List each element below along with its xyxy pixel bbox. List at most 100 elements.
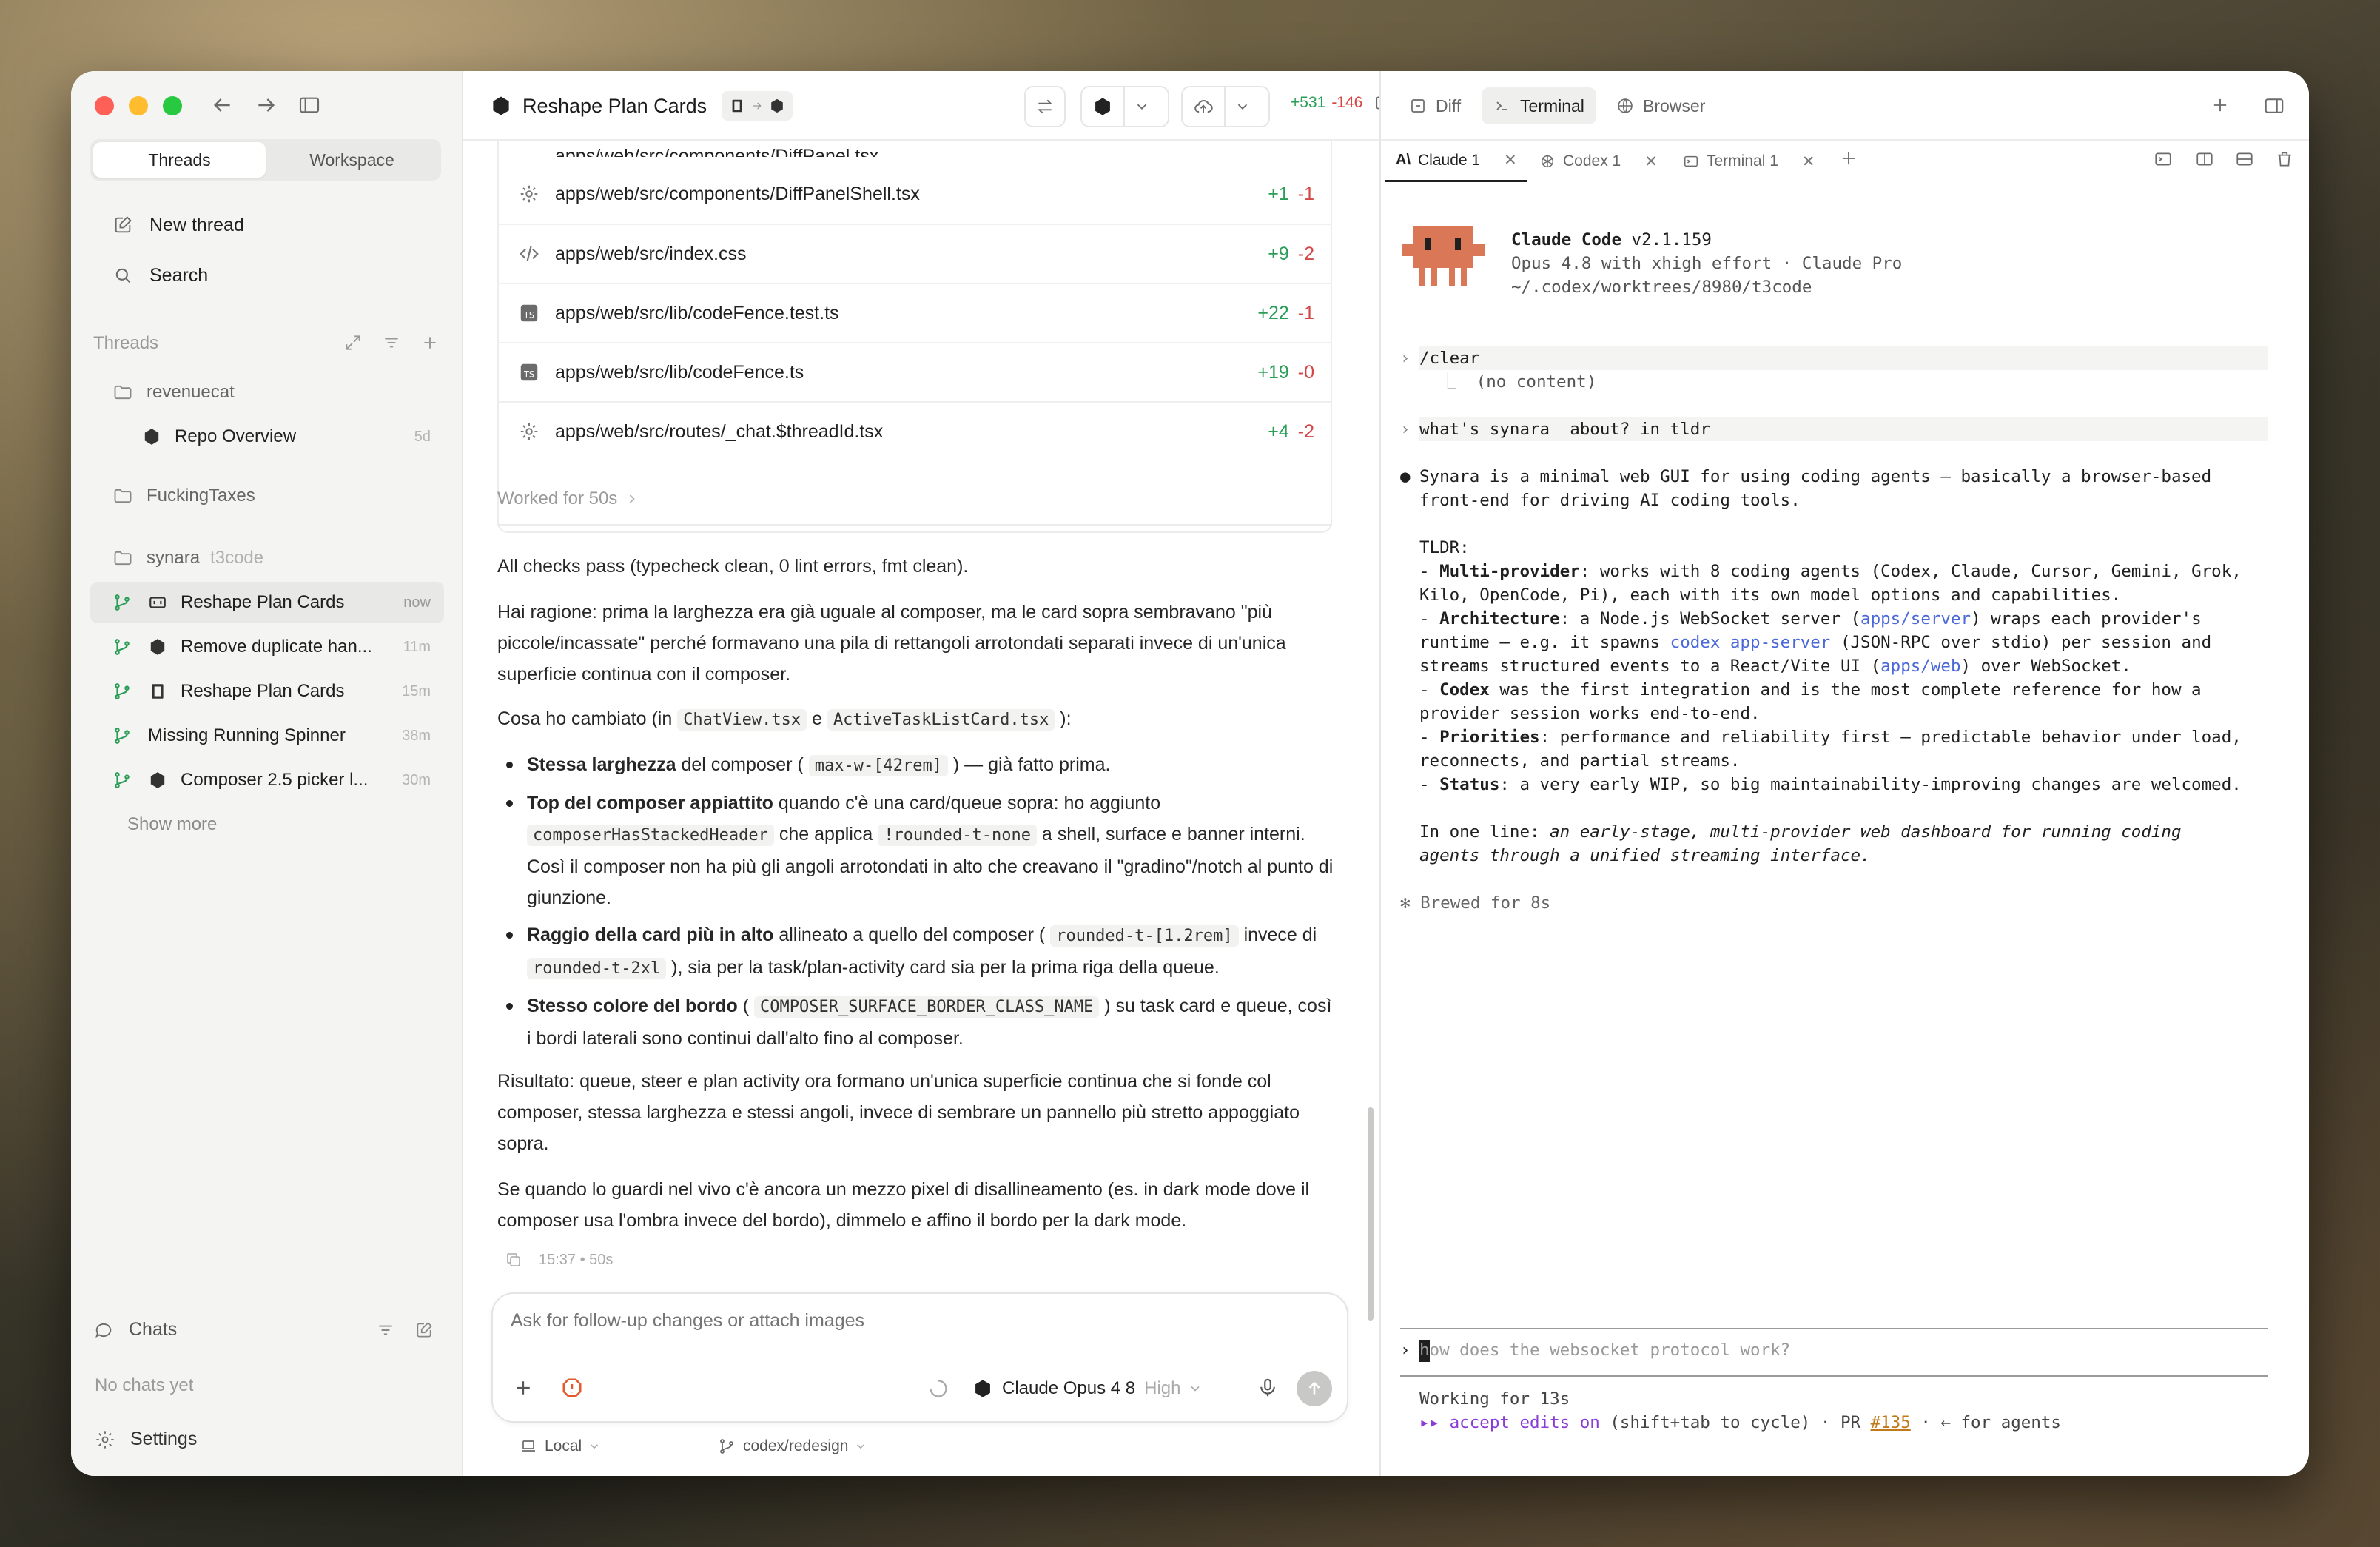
tab-terminal[interactable]: Terminal xyxy=(1482,87,1596,124)
tab-browser[interactable]: Browser xyxy=(1607,87,1714,124)
claude-header: Claude Code v2.1.159 xyxy=(1511,230,1712,249)
file-row[interactable]: TS apps/web/src/lib/codeFence.test.ts +2… xyxy=(497,283,1332,342)
filter-icon[interactable] xyxy=(382,333,401,352)
message-paragraph: Se quando lo guardi nel vivo c'è ancora … xyxy=(497,1179,1310,1231)
thread-item[interactable]: Repo Overview 5d xyxy=(90,416,444,457)
tab-label: Diff xyxy=(1436,95,1462,115)
project-synara[interactable]: synara t3code xyxy=(90,537,444,579)
tab-diff[interactable]: Diff xyxy=(1400,87,1470,124)
sync-button[interactable] xyxy=(1181,86,1270,127)
file-row[interactable]: apps/web/src/index.css +9 -2 xyxy=(497,224,1332,283)
project-fuckingtaxes[interactable]: FuckingTaxes xyxy=(90,475,444,517)
working-status: Working for 13s xyxy=(1419,1389,1570,1409)
thread-time: 15m xyxy=(402,682,431,699)
claude-mascot-icon xyxy=(1402,226,1485,286)
tab-label: Claude 1 xyxy=(1418,151,1481,169)
sidebar-toggle-icon[interactable] xyxy=(298,93,321,117)
chat-panel: Reshape Plan Cards +531 -146 apps/web/sr… xyxy=(463,71,1392,1476)
thread-title: Repo Overview xyxy=(175,426,297,446)
thread-time: 11m xyxy=(403,638,431,655)
search-button[interactable]: Search xyxy=(90,255,444,296)
filter-icon[interactable] xyxy=(376,1321,395,1340)
handoff-badge[interactable] xyxy=(722,91,793,121)
close-icon[interactable]: ✕ xyxy=(1644,152,1658,171)
thread-title: Reshape Plan Cards xyxy=(181,592,345,612)
close-window-button[interactable] xyxy=(95,96,114,115)
settings-button[interactable]: Settings xyxy=(95,1429,197,1450)
command-line: what's synara about? in tldr xyxy=(1419,420,1710,439)
git-branch-icon xyxy=(718,1437,736,1455)
split-vertical-icon[interactable] xyxy=(2195,150,2214,169)
command-output: ⎿ (no content) xyxy=(1419,372,1597,392)
trash-icon[interactable] xyxy=(2275,150,2294,169)
back-arrow-icon[interactable] xyxy=(210,93,234,117)
tab-workspace[interactable]: Workspace xyxy=(266,142,438,178)
model-picker[interactable]: Claude Opus 4 8 High xyxy=(972,1375,1203,1402)
worked-for-toggle[interactable]: Worked for 50s xyxy=(497,489,639,509)
thread-header: Reshape Plan Cards xyxy=(490,87,793,124)
chats-section-header[interactable]: Chats xyxy=(93,1319,177,1340)
microphone-icon[interactable] xyxy=(1257,1377,1279,1399)
project-name: revenuecat xyxy=(147,382,235,402)
show-more-link[interactable]: Show more xyxy=(127,814,217,835)
file-row[interactable]: TS apps/web/src/lib/codeFence.ts +19 -0 xyxy=(497,342,1332,401)
add-terminal-icon[interactable] xyxy=(1838,148,1859,169)
thread-item[interactable]: Composer 2.5 picker l... 30m xyxy=(90,759,444,801)
terminal-tab-codex[interactable]: Codex 1 ✕ xyxy=(1529,141,1668,182)
new-thread-button[interactable]: New thread xyxy=(90,204,444,246)
panel-toggle-icon[interactable] xyxy=(2263,95,2285,117)
terminal-input[interactable]: how does the websocket protocol work? xyxy=(1419,1338,2293,1362)
thread-title: Composer 2.5 picker l... xyxy=(181,770,369,790)
add-thread-icon[interactable] xyxy=(420,333,440,352)
new-chat-icon[interactable] xyxy=(414,1321,434,1340)
chevron-down-icon xyxy=(1134,98,1150,115)
close-icon[interactable]: ✕ xyxy=(1504,151,1517,170)
file-row[interactable]: apps/web/src/components/DiffPanelShell.t… xyxy=(497,164,1332,224)
thread-item[interactable]: Reshape Plan Cards 15m xyxy=(90,671,444,712)
add-tab-icon[interactable] xyxy=(2210,95,2231,115)
thread-item[interactable]: Missing Running Spinner 38m xyxy=(90,715,444,756)
scrollbar-thumb[interactable] xyxy=(1368,1107,1374,1321)
file-row[interactable]: apps/web/src/routes/_chat.$threadId.tsx … xyxy=(497,401,1332,460)
tab-label: Terminal xyxy=(1520,95,1584,115)
send-button[interactable] xyxy=(1297,1371,1332,1406)
new-thread-label: New thread xyxy=(149,214,244,235)
composer-input[interactable] xyxy=(511,1304,1325,1337)
env-selector[interactable]: Local xyxy=(520,1437,601,1455)
mode-status: ▸▸ accept edits on (shift+tab to cycle) … xyxy=(1419,1413,2061,1432)
terminal-icon xyxy=(1683,153,1699,170)
svg-text:TS: TS xyxy=(523,310,534,320)
plus-icon[interactable] xyxy=(512,1377,534,1399)
response-line: - Priorities: performance and reliabilit… xyxy=(1419,728,2242,771)
terminal-new-icon[interactable] xyxy=(2154,150,2173,169)
expand-icon[interactable] xyxy=(343,333,363,352)
tab-threads[interactable]: Threads xyxy=(93,142,266,178)
close-icon[interactable]: ✕ xyxy=(1802,152,1815,171)
copy-icon[interactable] xyxy=(505,1251,522,1269)
no-chats-text: No chats yet xyxy=(95,1375,194,1395)
alert-icon[interactable] xyxy=(561,1377,583,1399)
file-row-partial[interactable]: apps/web/src/components/DiffPanel.tsx xyxy=(497,141,1332,157)
diff-stats[interactable]: +531 -146 xyxy=(1291,93,1394,113)
terminal-tab-claude[interactable]: A\ Claude 1 ✕ xyxy=(1385,141,1527,182)
claude-code-icon xyxy=(148,593,167,612)
split-horizontal-icon[interactable] xyxy=(2235,150,2254,169)
maximize-window-button[interactable] xyxy=(163,96,182,115)
env-label: Local xyxy=(545,1437,582,1454)
thread-title: Reshape Plan Cards xyxy=(522,94,707,117)
git-branch-icon xyxy=(112,682,132,701)
minimize-window-button[interactable] xyxy=(129,96,148,115)
branch-selector[interactable]: codex/redesign xyxy=(718,1437,867,1455)
file-additions: +1 xyxy=(1268,183,1289,204)
cursor-icon xyxy=(148,682,167,701)
terminal-tab-terminal[interactable]: Terminal 1 ✕ xyxy=(1673,141,1825,182)
swap-button[interactable] xyxy=(1024,86,1066,127)
open-in-button[interactable] xyxy=(1080,86,1169,127)
command-line: /clear xyxy=(1419,349,1480,368)
thread-item-active[interactable]: Reshape Plan Cards now xyxy=(90,582,444,623)
thread-item[interactable]: Remove duplicate han... 11m xyxy=(90,626,444,668)
forward-arrow-icon[interactable] xyxy=(255,93,278,117)
cursor-icon xyxy=(729,98,745,114)
project-revenuecat[interactable]: revenuecat xyxy=(90,372,444,413)
project-tag: t3code xyxy=(210,548,264,568)
